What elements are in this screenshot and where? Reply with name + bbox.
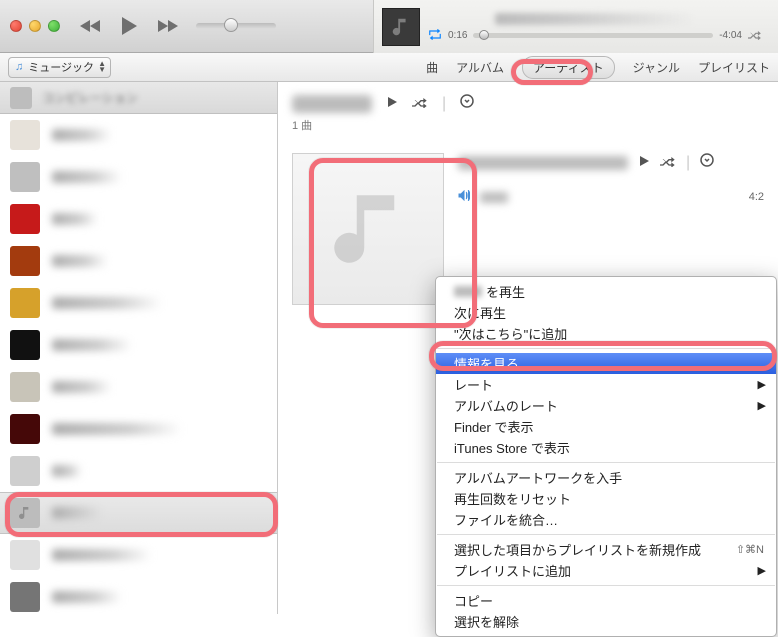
sidebar-artist-row[interactable] (0, 324, 277, 366)
submenu-arrow-icon: ▶ (758, 399, 766, 412)
play-button[interactable] (120, 16, 138, 36)
track-row[interactable]: 4:2 (458, 190, 764, 204)
previous-track-button[interactable] (80, 19, 102, 33)
now-playing-title (495, 13, 695, 25)
shuffle-artist-button[interactable] (412, 95, 428, 113)
ctx-deselect[interactable]: 選択を解除 (436, 611, 776, 632)
progress-bar[interactable] (473, 33, 713, 38)
volume-slider[interactable] (196, 23, 276, 29)
ctx-get-info[interactable]: 情報を見る (436, 353, 776, 374)
view-bar: ♫ ミュージック ▲▼ 曲 アルバム アーティスト ジャンル プレイリスト (0, 53, 778, 82)
album-title (458, 156, 628, 170)
view-playlists[interactable]: プレイリスト (698, 59, 770, 76)
repeat-icon[interactable] (428, 29, 442, 43)
speaker-icon (458, 190, 470, 204)
transport-controls (80, 16, 178, 36)
window-controls (10, 20, 60, 32)
ctx-add-up-next[interactable]: "次はこちら"に追加 (436, 323, 776, 344)
sidebar-artist-row-selected[interactable] (0, 492, 277, 534)
zoom-window-button[interactable] (48, 20, 60, 32)
now-playing-artwork-small (382, 8, 420, 46)
ctx-show-finder[interactable]: Finder で表示 (436, 416, 776, 437)
ctx-show-store[interactable]: iTunes Store で表示 (436, 437, 776, 458)
view-songs[interactable]: 曲 (426, 59, 438, 76)
view-albums[interactable]: アルバム (456, 59, 504, 76)
submenu-arrow-icon: ▶ (758, 564, 766, 577)
ctx-album-rating[interactable]: アルバムのレート▶ (436, 395, 776, 416)
shuffle-icon[interactable] (748, 29, 762, 43)
next-track-button[interactable] (156, 19, 178, 33)
track-duration: 4:2 (749, 191, 764, 203)
sidebar-artist-row[interactable] (0, 408, 277, 450)
sidebar-artist-row[interactable] (0, 534, 277, 576)
ctx-consolidate[interactable]: ファイルを統合… (436, 509, 776, 530)
sidebar-artist-row[interactable] (0, 450, 277, 492)
artist-name (292, 95, 372, 113)
time-remaining: -4:04 (719, 30, 742, 41)
sidebar-artist-row[interactable] (0, 576, 277, 614)
play-artist-button[interactable] (386, 95, 398, 113)
sidebar-artist-row[interactable] (0, 156, 277, 198)
submenu-arrow-icon: ▶ (758, 378, 766, 391)
sidebar-artist-row[interactable] (0, 240, 277, 282)
sidebar-artist-row[interactable] (0, 366, 277, 408)
minimize-window-button[interactable] (29, 20, 41, 32)
shuffle-album-button[interactable] (660, 154, 676, 172)
ctx-rating[interactable]: レート▶ (436, 374, 776, 395)
view-tabs: 曲 アルバム アーティスト ジャンル プレイリスト (426, 53, 770, 81)
sidebar-artist-row[interactable] (0, 282, 277, 324)
artist-sidebar: コンピレーション (0, 82, 278, 614)
close-window-button[interactable] (10, 20, 22, 32)
play-album-button[interactable] (638, 154, 650, 172)
track-count: 1 曲 (292, 117, 764, 133)
view-artists[interactable]: アーティスト (522, 56, 615, 79)
now-playing-lcd: 0:16 -4:04 (373, 0, 778, 53)
ctx-play[interactable]: を再生 (436, 281, 776, 302)
ctx-reset-plays[interactable]: 再生回数をリセット (436, 488, 776, 509)
keyboard-shortcut: ⇧⌘N (736, 543, 764, 556)
library-picker[interactable]: ♫ ミュージック ▲▼ (8, 57, 111, 78)
sidebar-artist-row[interactable] (0, 198, 277, 240)
view-genres[interactable]: ジャンル (633, 59, 680, 76)
ctx-get-artwork[interactable]: アルバムアートワークを入手 (436, 467, 776, 488)
album-options-button[interactable] (700, 153, 714, 172)
music-note-icon: ♫ (15, 61, 23, 73)
main-toolbar: 0:16 -4:04 (0, 0, 778, 53)
ctx-play-next[interactable]: 次に再生 (436, 302, 776, 323)
context-menu: を再生 次に再生 "次はこちら"に追加 情報を見る レート▶ アルバムのレート▶… (435, 276, 777, 637)
ctx-add-to-playlist[interactable]: プレイリストに追加▶ (436, 560, 776, 581)
album-artwork[interactable] (292, 153, 444, 305)
sidebar-artist-row[interactable] (0, 114, 277, 156)
library-picker-label: ミュージック (28, 59, 94, 75)
ctx-new-playlist[interactable]: 選択した項目からプレイリストを新規作成⇧⌘N (436, 539, 776, 560)
ctx-copy[interactable]: コピー (436, 590, 776, 611)
artist-options-button[interactable] (460, 94, 474, 113)
sidebar-compilations-header[interactable]: コンピレーション (0, 82, 277, 114)
updown-icon: ▲▼ (98, 61, 106, 73)
track-title (480, 192, 508, 203)
time-elapsed: 0:16 (448, 30, 467, 41)
